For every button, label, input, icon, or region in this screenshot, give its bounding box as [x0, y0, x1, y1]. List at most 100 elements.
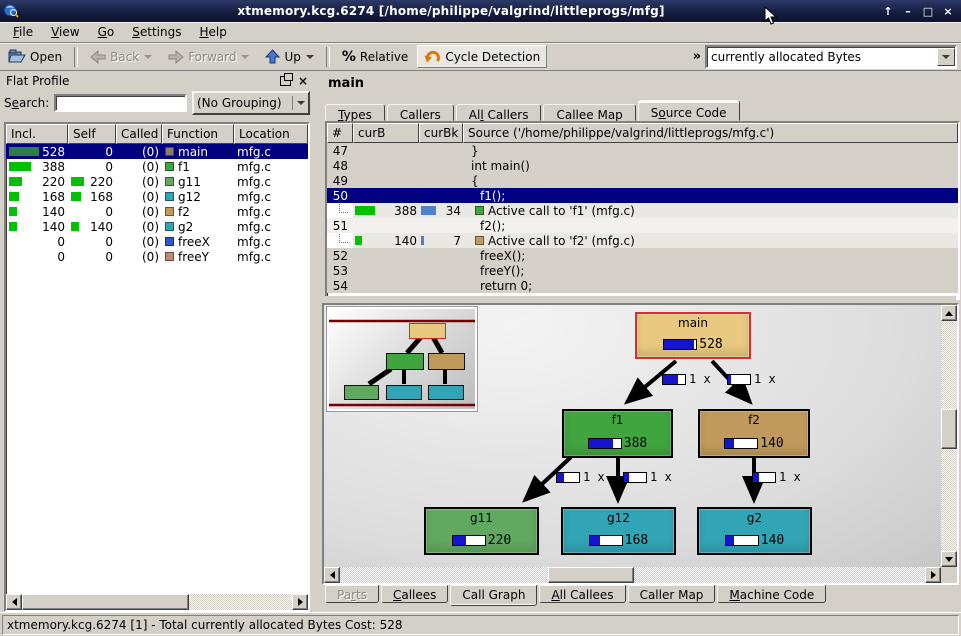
search-input[interactable] [54, 94, 187, 112]
edge-label-main-f2[interactable]: 1 x [727, 372, 776, 386]
tab-caller-map[interactable]: Caller Map [628, 585, 716, 603]
table-row[interactable]: 3880(0)f1mfg.c [6, 159, 308, 174]
dock-close-icon[interactable]: × [298, 76, 308, 86]
column-header-incl-[interactable]: Incl. [6, 124, 68, 144]
menu-file[interactable]: File [4, 23, 42, 41]
source-line-row[interactable]: 54return 0; [327, 278, 958, 293]
graph-node-main[interactable]: main528 [635, 312, 751, 359]
scroll-thumb[interactable] [548, 567, 634, 583]
cycle-detection-button[interactable]: Cycle Detection [417, 45, 547, 68]
forward-dropdown-icon[interactable] [241, 55, 249, 59]
tab-all-callees[interactable]: All Callees [539, 585, 625, 603]
table-row[interactable]: 1400(0)f2mfg.c [6, 204, 308, 219]
minimize-button[interactable]: – [899, 3, 917, 19]
scroll-up-button[interactable] [941, 305, 957, 321]
grouping-combobox[interactable]: (No Grouping) [192, 91, 310, 115]
table-row[interactable]: 220220(0)g11mfg.c [6, 174, 308, 189]
scroll-track[interactable] [941, 321, 957, 551]
table-row[interactable]: 168168(0)g12mfg.c [6, 189, 308, 204]
graph-vscrollbar[interactable] [941, 305, 957, 567]
source-line-row[interactable]: 51f2(); [327, 218, 958, 233]
tab-types[interactable]: Types [325, 104, 385, 121]
up-button[interactable]: Up [258, 45, 320, 68]
graph-node-f1[interactable]: f1388 [562, 409, 673, 458]
horizontal-splitter[interactable] [325, 296, 956, 303]
scroll-thumb[interactable] [941, 409, 957, 449]
maximize-button[interactable]: □ [919, 3, 937, 19]
scroll-down-button[interactable] [941, 551, 957, 567]
scroll-left-button[interactable] [324, 567, 340, 583]
menu-go[interactable]: Go [89, 23, 124, 41]
graph-node-g12[interactable]: g12168 [561, 507, 676, 555]
source-line-row[interactable]: 52freeX(); [327, 248, 958, 263]
edge-label-f1-g11[interactable]: 1 x [556, 470, 605, 484]
column-header-location[interactable]: Location [234, 124, 308, 144]
table-row[interactable]: 5280(0)mainmfg.c [6, 144, 308, 159]
flat-profile-hscrollbar[interactable] [6, 594, 308, 610]
scroll-track[interactable] [340, 567, 925, 583]
edge-label-main-f1[interactable]: 1 x [662, 372, 711, 386]
table-row[interactable]: 140140(0)g2mfg.c [6, 219, 308, 234]
event-type-combobox[interactable]: currently allocated Bytes [705, 45, 957, 69]
tab-machine-code[interactable]: Machine Code [717, 585, 826, 603]
column-header-function[interactable]: Function [162, 124, 234, 144]
forward-button[interactable]: Forward [161, 46, 256, 68]
menu-settings[interactable]: Settings [123, 23, 190, 41]
back-button[interactable]: Back [83, 46, 159, 68]
source-column-curbk[interactable]: curBk [419, 123, 463, 143]
graph-node-g2[interactable]: g2140 [697, 507, 812, 555]
source-line-row[interactable]: 49{ [327, 173, 958, 188]
incl-value: 0 [57, 235, 65, 249]
graph-node-f2[interactable]: f2140 [698, 409, 810, 458]
scroll-left-button[interactable] [6, 594, 22, 610]
source-line-row[interactable]: 53freeY(); [327, 263, 958, 278]
graph-hscrollbar[interactable] [324, 567, 941, 583]
menu-view[interactable]: View [42, 23, 88, 41]
tab-callers[interactable]: Callers [387, 104, 454, 121]
tab-callees[interactable]: Callees [381, 585, 448, 603]
curb-bar [355, 236, 362, 245]
tab-callee-map[interactable]: Callee Map [543, 104, 635, 121]
open-button[interactable]: Open [1, 45, 69, 68]
vertical-splitter[interactable] [313, 72, 321, 610]
table-row[interactable]: 00(0)freeXmfg.c [6, 234, 308, 249]
source-line-row[interactable]: 48int main() [327, 158, 958, 173]
location-value: mfg.c [237, 160, 271, 174]
scroll-right-button[interactable] [292, 594, 308, 610]
table-row[interactable]: 00(0)freeYmfg.c [6, 249, 308, 264]
column-header-self[interactable]: Self [68, 124, 116, 144]
source-column-source[interactable]: Source ('/home/philippe/valgrind/littlep… [463, 123, 958, 143]
combobox-dropdown-button[interactable] [937, 48, 955, 66]
shade-button[interactable]: ↑ [879, 3, 897, 19]
grouping-dropdown-button[interactable] [292, 96, 308, 110]
active-call-row[interactable]: 1407Active call to 'f2' (mfg.c) [327, 233, 958, 248]
toolbar-overflow-button[interactable]: » [693, 49, 701, 64]
curb-value: 388 [394, 204, 417, 218]
scroll-right-button[interactable] [925, 567, 941, 583]
column-header-called[interactable]: Called [116, 124, 162, 144]
line-number: 54 [327, 278, 353, 293]
line-number: 53 [327, 263, 353, 278]
tab-source-code[interactable]: Source Code [638, 100, 740, 121]
event-type-value: currently allocated Bytes [707, 50, 937, 64]
edge-label-f1-g12[interactable]: 1 x [623, 470, 672, 484]
back-dropdown-icon[interactable] [144, 55, 152, 59]
tab-all-callers[interactable]: All Callers [456, 104, 542, 121]
scroll-thumb[interactable] [22, 594, 189, 610]
call-graph-view[interactable]: main528 f1388 f2140 g11220 g12168 g2140 1 x 1 … [324, 305, 941, 567]
scroll-track[interactable] [22, 594, 292, 610]
relative-button[interactable]: % Relative [335, 45, 415, 69]
source-column-curb[interactable]: curB [353, 123, 419, 143]
dock-float-icon[interactable] [280, 76, 291, 86]
source-line-row[interactable]: 50f1(); [327, 188, 958, 203]
tab-call-graph[interactable]: Call Graph [450, 585, 537, 606]
tab-parts[interactable]: Parts [325, 585, 379, 603]
close-button[interactable]: × [939, 3, 957, 19]
up-dropdown-icon[interactable] [306, 55, 314, 59]
source-line-row[interactable]: 47} [327, 143, 958, 158]
menu-help[interactable]: Help [190, 23, 235, 41]
active-call-row[interactable]: 38834Active call to 'f1' (mfg.c) [327, 203, 958, 218]
source-column--[interactable]: # [327, 123, 353, 143]
edge-label-f2-g2[interactable]: 1 x [752, 470, 801, 484]
graph-node-g11[interactable]: g11220 [424, 507, 539, 555]
